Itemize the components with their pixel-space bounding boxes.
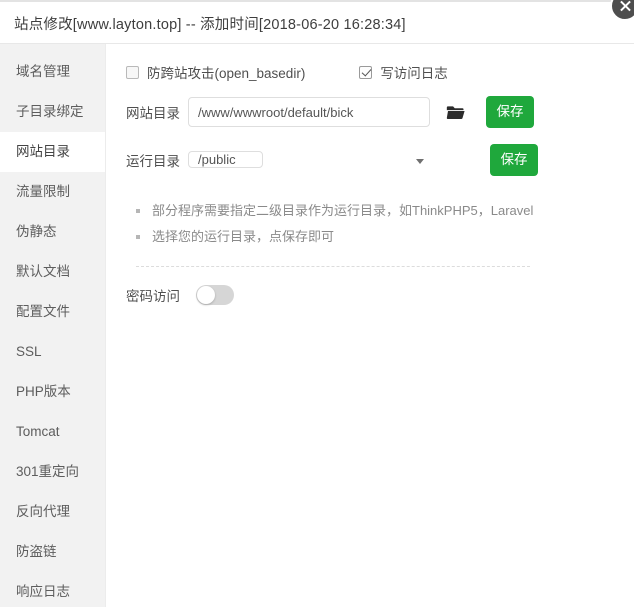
sidebar-item-label: 流量限制	[16, 184, 70, 199]
sidebar-item-label: 子目录绑定	[16, 104, 84, 119]
sidebar-item-label: 域名管理	[16, 64, 70, 79]
sidebar-item-label: 反向代理	[16, 504, 70, 519]
checkbox-box	[126, 65, 139, 79]
site-directory-input[interactable]	[188, 97, 430, 127]
run-directory-select[interactable]: /public	[188, 151, 263, 168]
password-access-row: 密码访问	[122, 285, 634, 305]
checkbox-label: 写访问日志	[380, 66, 448, 81]
options-row: 防跨站攻击(open_basedir) 写访问日志	[122, 44, 634, 82]
sidebar-item-label: Tomcat	[16, 424, 60, 439]
sidebar-item-label: 伪静态	[16, 224, 57, 239]
site-directory-label: 网站目录	[126, 106, 180, 121]
sidebar-item-label: PHP版本	[16, 384, 71, 399]
section-divider	[136, 266, 530, 267]
sidebar-item-rewrite[interactable]: 伪静态	[0, 212, 105, 252]
toggle-knob	[197, 286, 215, 304]
run-directory-row: 运行目录 /public 保存	[122, 144, 634, 176]
sidebar: 域名管理 子目录绑定 网站目录 流量限制 伪静态 默认文档 配置文件 SSL P…	[0, 44, 106, 607]
sidebar-item-php-version[interactable]: PHP版本	[0, 372, 105, 412]
save-site-directory-button[interactable]: 保存	[486, 96, 534, 128]
access-log-checkbox[interactable]: 写访问日志	[359, 62, 448, 82]
dialog-title: 站点修改[www.layton.top] -- 添加时间[2018-06-20 …	[14, 17, 406, 33]
dialog-titlebar: 站点修改[www.layton.top] -- 添加时间[2018-06-20 …	[0, 0, 634, 44]
site-modify-dialog: 站点修改[www.layton.top] -- 添加时间[2018-06-20 …	[0, 0, 634, 608]
sidebar-item-config-file[interactable]: 配置文件	[0, 292, 105, 332]
sidebar-item-label: 防盗链	[16, 544, 57, 559]
main-panel: 防跨站攻击(open_basedir) 写访问日志 网站目录 保存	[106, 44, 634, 607]
folder-icon[interactable]	[446, 104, 466, 122]
site-directory-row: 网站目录 保存	[122, 96, 634, 128]
sidebar-item-label: 响应日志	[16, 584, 70, 599]
sidebar-item-subdir-bind[interactable]: 子目录绑定	[0, 92, 105, 132]
sidebar-item-label: 301重定向	[16, 464, 80, 479]
sidebar-item-domain[interactable]: 域名管理	[0, 52, 105, 92]
run-directory-label: 运行目录	[126, 154, 180, 169]
chevron-down-icon	[416, 159, 424, 164]
checkbox-box	[359, 65, 373, 79]
run-directory-select-wrap: /public	[188, 146, 434, 174]
sidebar-item-tomcat[interactable]: Tomcat	[0, 412, 105, 452]
close-icon[interactable]	[610, 0, 634, 21]
sidebar-item-label: 默认文档	[16, 264, 70, 279]
open-basedir-checkbox[interactable]: 防跨站攻击(open_basedir)	[126, 62, 305, 82]
sidebar-item-anti-leech[interactable]: 防盗链	[0, 532, 105, 572]
hint-item: 选择您的运行目录，点保存即可	[136, 224, 634, 250]
password-access-label: 密码访问	[126, 289, 180, 304]
sidebar-item-reverse-proxy[interactable]: 反向代理	[0, 492, 105, 532]
password-access-toggle[interactable]	[196, 285, 234, 305]
sidebar-item-site-directory[interactable]: 网站目录	[0, 132, 105, 172]
hint-list: 部分程序需要指定二级目录作为运行目录，如ThinkPHP5，Laravel 选择…	[122, 198, 634, 250]
sidebar-item-traffic-limit[interactable]: 流量限制	[0, 172, 105, 212]
sidebar-item-label: 配置文件	[16, 304, 70, 319]
checkbox-label: 防跨站攻击(open_basedir)	[147, 66, 306, 81]
hint-item: 部分程序需要指定二级目录作为运行目录，如ThinkPHP5，Laravel	[136, 198, 634, 224]
sidebar-item-301-redirect[interactable]: 301重定向	[0, 452, 105, 492]
sidebar-item-label: SSL	[16, 344, 42, 359]
sidebar-item-default-document[interactable]: 默认文档	[0, 252, 105, 292]
sidebar-item-label: 网站目录	[16, 144, 70, 159]
save-run-directory-button[interactable]: 保存	[490, 144, 538, 176]
dialog-body: 域名管理 子目录绑定 网站目录 流量限制 伪静态 默认文档 配置文件 SSL P…	[0, 44, 634, 607]
sidebar-item-ssl[interactable]: SSL	[0, 332, 105, 372]
sidebar-item-response-log[interactable]: 响应日志	[0, 572, 105, 608]
